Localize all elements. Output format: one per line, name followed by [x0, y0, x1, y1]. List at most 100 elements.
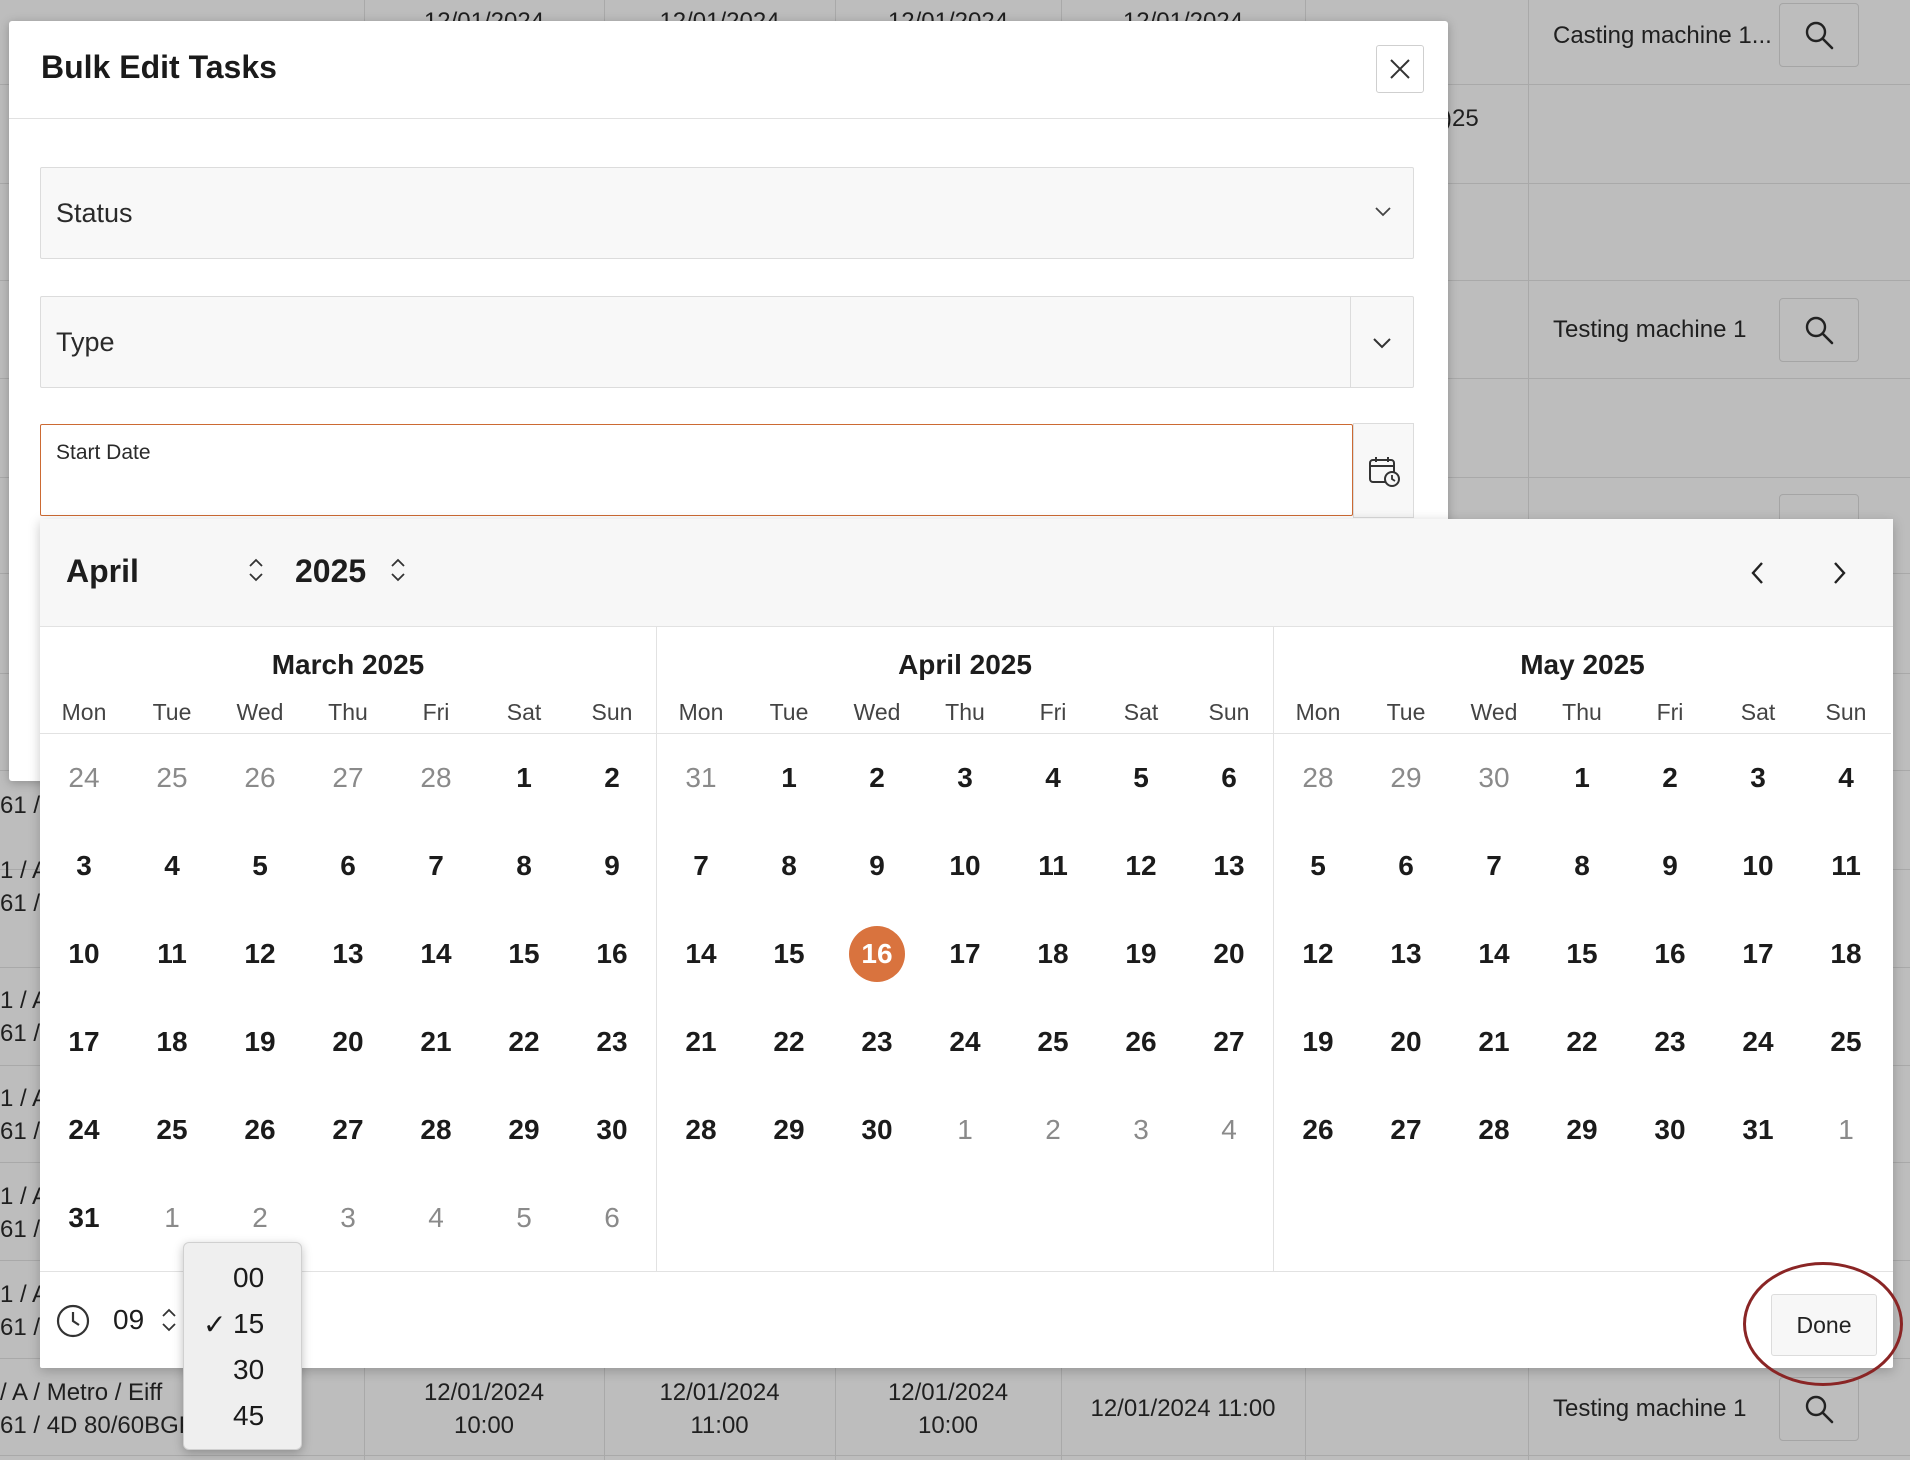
row-search-button[interactable]	[1779, 1377, 1859, 1441]
day-cell[interactable]: 13	[1362, 910, 1450, 998]
day-cell[interactable]: 31	[657, 734, 745, 822]
day-cell[interactable]: 17	[1714, 910, 1802, 998]
day-cell[interactable]: 23	[568, 998, 656, 1086]
day-cell[interactable]: 22	[480, 998, 568, 1086]
day-cell[interactable]: 9	[568, 822, 656, 910]
day-cell[interactable]: 4	[1009, 734, 1097, 822]
day-cell[interactable]: 1	[1538, 734, 1626, 822]
day-cell[interactable]: 13	[304, 910, 392, 998]
day-cell[interactable]: 4	[128, 822, 216, 910]
minute-option-selected[interactable]: ✓ 15	[184, 1299, 301, 1345]
day-cell[interactable]: 18	[1802, 910, 1890, 998]
day-cell[interactable]: 21	[392, 998, 480, 1086]
day-cell[interactable]: 27	[304, 734, 392, 822]
day-cell[interactable]: 19	[1097, 910, 1185, 998]
day-cell[interactable]: 4	[1802, 734, 1890, 822]
day-cell[interactable]: 27	[1362, 1086, 1450, 1174]
minute-option[interactable]: 30	[184, 1345, 301, 1391]
day-cell[interactable]: 4	[1185, 1086, 1273, 1174]
day-cell[interactable]: 27	[304, 1086, 392, 1174]
day-cell[interactable]: 25	[128, 1086, 216, 1174]
hour-select[interactable]: 09	[113, 1304, 144, 1336]
updown-icon[interactable]	[390, 557, 406, 583]
day-cell[interactable]: 18	[128, 998, 216, 1086]
day-cell[interactable]: 23	[1626, 998, 1714, 1086]
day-cell[interactable]: 11	[128, 910, 216, 998]
day-cell[interactable]: 1	[745, 734, 833, 822]
day-cell[interactable]: 26	[216, 734, 304, 822]
day-cell[interactable]: 3	[1097, 1086, 1185, 1174]
day-cell[interactable]: 3	[1714, 734, 1802, 822]
day-cell[interactable]: 31	[1714, 1086, 1802, 1174]
day-cell[interactable]: 25	[1009, 998, 1097, 1086]
day-cell[interactable]: 12	[216, 910, 304, 998]
updown-icon[interactable]	[248, 557, 264, 583]
previous-month-button[interactable]	[1738, 553, 1778, 593]
day-cell[interactable]: 20	[1185, 910, 1273, 998]
day-cell[interactable]: 16	[1626, 910, 1714, 998]
day-cell[interactable]: 19	[216, 998, 304, 1086]
day-cell[interactable]: 24	[1714, 998, 1802, 1086]
day-cell[interactable]: 10	[40, 910, 128, 998]
day-cell[interactable]: 12	[1274, 910, 1362, 998]
status-select[interactable]: Status	[40, 167, 1414, 259]
day-cell[interactable]: 9	[833, 822, 921, 910]
start-date-input[interactable]: Start Date	[40, 424, 1353, 516]
day-cell[interactable]: 8	[1538, 822, 1626, 910]
day-cell[interactable]: 30	[568, 1086, 656, 1174]
day-cell[interactable]: 5	[216, 822, 304, 910]
day-cell[interactable]: 21	[1450, 998, 1538, 1086]
day-cell[interactable]: 5	[1097, 734, 1185, 822]
day-cell[interactable]: 24	[40, 1086, 128, 1174]
day-cell[interactable]: 22	[745, 998, 833, 1086]
close-button[interactable]	[1376, 45, 1424, 93]
minute-option[interactable]: 00	[184, 1253, 301, 1299]
day-cell[interactable]: 7	[1450, 822, 1538, 910]
day-cell[interactable]: 3	[304, 1174, 392, 1262]
day-cell[interactable]: 6	[1362, 822, 1450, 910]
day-cell[interactable]: 29	[745, 1086, 833, 1174]
day-cell[interactable]: 6	[568, 1174, 656, 1262]
day-cell[interactable]: 12	[1097, 822, 1185, 910]
day-cell[interactable]: 26	[1274, 1086, 1362, 1174]
day-cell[interactable]: 6	[1185, 734, 1273, 822]
day-cell[interactable]: 30	[1450, 734, 1538, 822]
day-cell[interactable]: 8	[745, 822, 833, 910]
day-cell[interactable]: 5	[480, 1174, 568, 1262]
day-cell[interactable]: 31	[40, 1174, 128, 1262]
calendar-button[interactable]	[1353, 423, 1414, 518]
day-cell[interactable]: 28	[657, 1086, 745, 1174]
day-cell[interactable]: 24	[40, 734, 128, 822]
day-cell[interactable]: 8	[480, 822, 568, 910]
day-cell[interactable]: 9	[1626, 822, 1714, 910]
type-select[interactable]: Type	[40, 296, 1414, 388]
day-cell[interactable]: 14	[1450, 910, 1538, 998]
day-cell[interactable]: 7	[657, 822, 745, 910]
day-cell[interactable]: 28	[392, 1086, 480, 1174]
day-cell[interactable]: 29	[480, 1086, 568, 1174]
day-cell[interactable]: 17	[921, 910, 1009, 998]
day-cell[interactable]: 28	[392, 734, 480, 822]
day-cell[interactable]: 5	[1274, 822, 1362, 910]
day-cell[interactable]: 2	[1009, 1086, 1097, 1174]
day-cell[interactable]: 27	[1185, 998, 1273, 1086]
day-cell[interactable]: 20	[304, 998, 392, 1086]
day-cell[interactable]: 6	[304, 822, 392, 910]
day-cell[interactable]: 2	[833, 734, 921, 822]
day-cell[interactable]: 7	[392, 822, 480, 910]
day-cell[interactable]: 15	[480, 910, 568, 998]
day-cell[interactable]: 3	[921, 734, 1009, 822]
day-cell[interactable]: 2	[568, 734, 656, 822]
day-cell[interactable]: 13	[1185, 822, 1273, 910]
month-select[interactable]: April	[66, 553, 139, 590]
day-cell[interactable]: 10	[921, 822, 1009, 910]
day-cell[interactable]: 10	[1714, 822, 1802, 910]
day-cell[interactable]: 17	[40, 998, 128, 1086]
updown-icon[interactable]	[161, 1308, 177, 1332]
day-cell[interactable]: 14	[657, 910, 745, 998]
next-month-button[interactable]	[1819, 553, 1859, 593]
day-cell[interactable]: 24	[921, 998, 1009, 1086]
year-select[interactable]: 2025	[295, 553, 366, 590]
day-cell[interactable]: 19	[1274, 998, 1362, 1086]
day-cell[interactable]: 15	[1538, 910, 1626, 998]
